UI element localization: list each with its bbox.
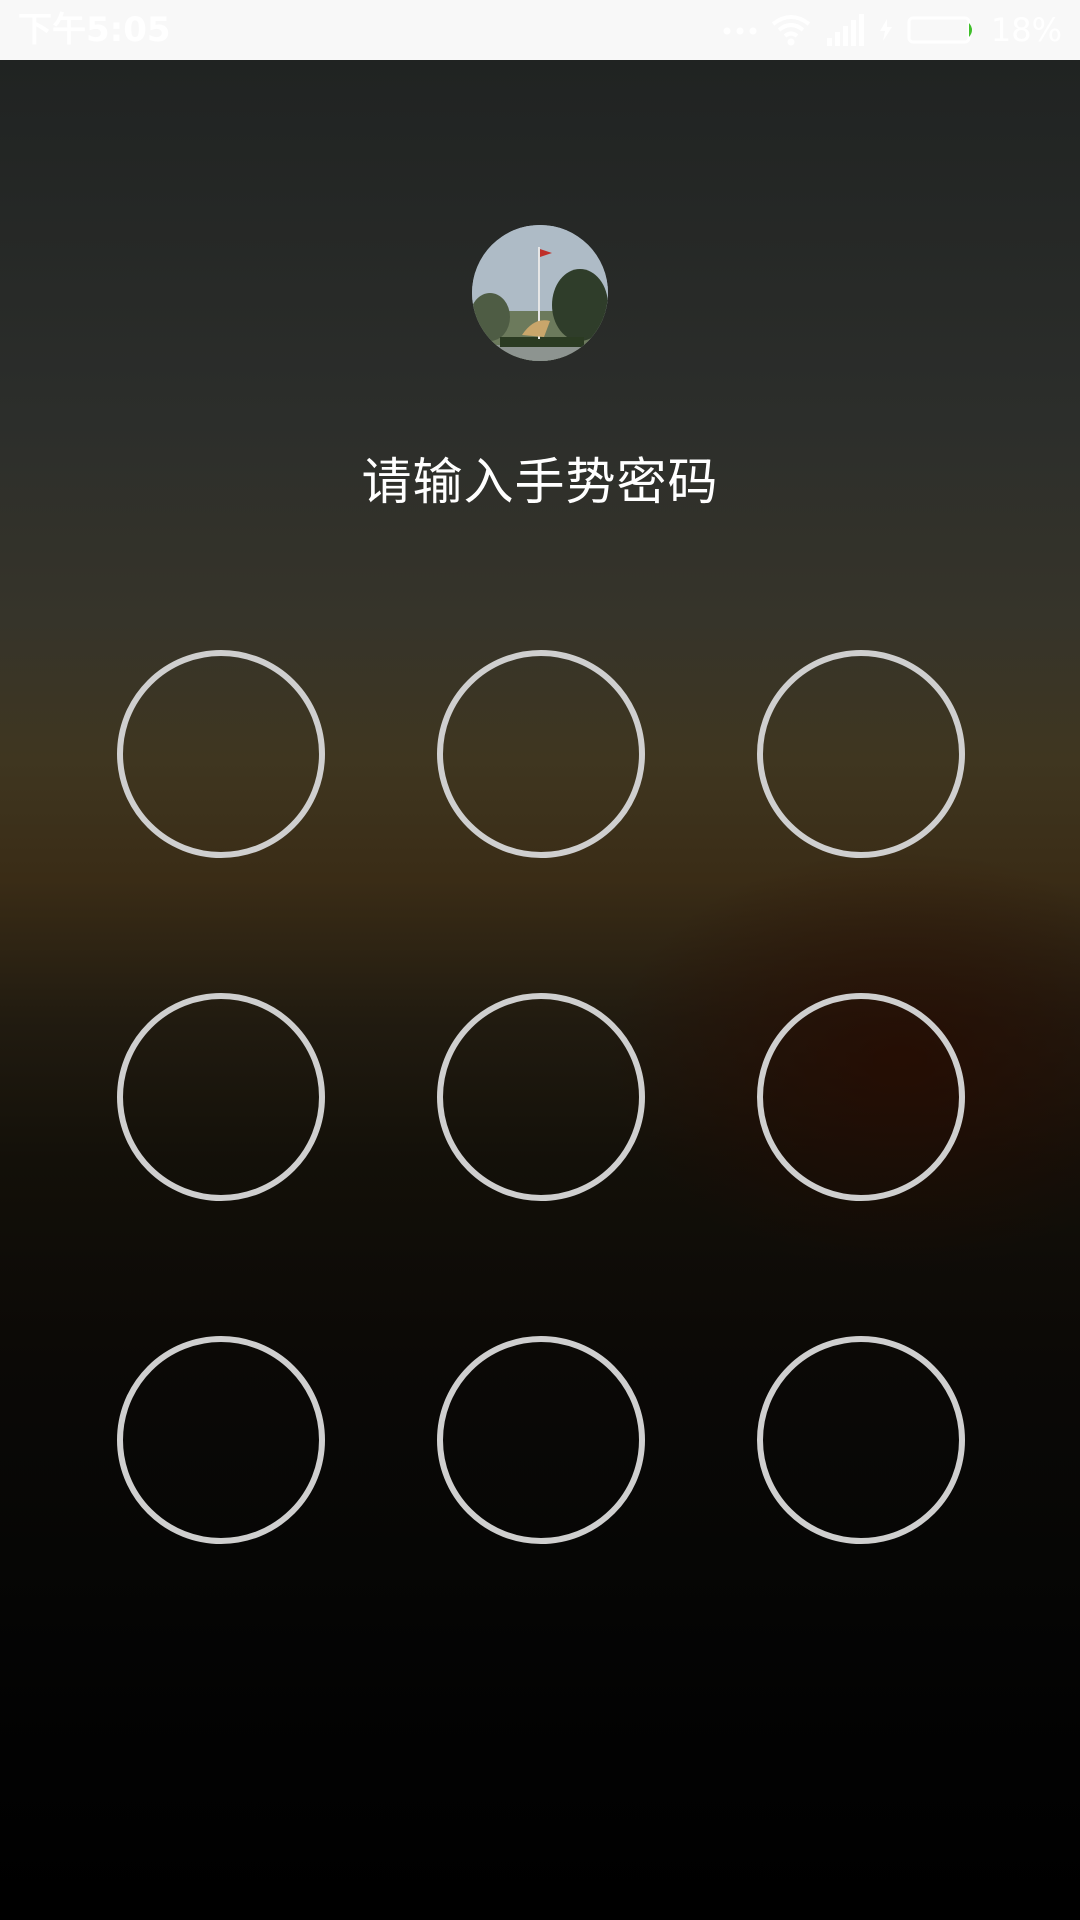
battery-percent: 18% <box>990 11 1062 49</box>
gesture-node-8[interactable] <box>437 1336 645 1544</box>
gesture-node-7[interactable] <box>117 1336 325 1544</box>
wifi-icon <box>771 14 811 46</box>
status-time: 下午5:05 <box>18 10 171 50</box>
gesture-node-1[interactable] <box>117 650 325 858</box>
gesture-node-9[interactable] <box>757 1336 965 1544</box>
gesture-node-3[interactable] <box>757 650 965 858</box>
gesture-pattern-grid[interactable] <box>0 60 1080 1920</box>
gesture-node-2[interactable] <box>437 650 645 858</box>
gesture-node-4[interactable] <box>117 993 325 1201</box>
charging-bolt-icon <box>879 19 893 41</box>
more-dots-icon <box>723 23 757 37</box>
gesture-lock-screen: 请输入手势密码 <box>0 60 1080 1920</box>
status-icons: 18% <box>723 8 1062 52</box>
battery-icon <box>907 15 977 45</box>
status-bar: 下午5:05 18% <box>0 0 1080 60</box>
signal-icon <box>825 14 865 46</box>
gesture-node-5[interactable] <box>437 993 645 1201</box>
gesture-node-6[interactable] <box>757 993 965 1201</box>
